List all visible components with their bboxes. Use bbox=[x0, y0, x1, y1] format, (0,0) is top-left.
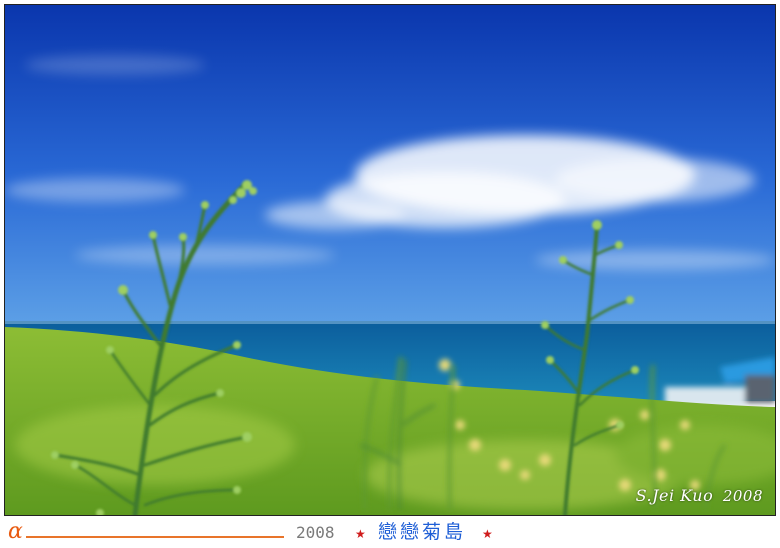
signature-name: S.Jei Kuo bbox=[635, 486, 714, 505]
alpha-logo: α bbox=[8, 519, 23, 544]
landscape-photo bbox=[5, 5, 775, 515]
caption-title: 戀戀菊島 bbox=[378, 521, 467, 543]
signature-year: 2008 bbox=[722, 487, 763, 505]
caption-year: 2008 bbox=[296, 523, 335, 542]
star-icon: ★ bbox=[482, 527, 493, 541]
star-icon: ★ bbox=[355, 527, 366, 541]
caption-bar: α 2008 ★ 戀戀菊島 ★ bbox=[0, 518, 780, 548]
caption-rule bbox=[26, 536, 284, 538]
photographer-signature: S.Jei Kuo 2008 bbox=[636, 486, 763, 505]
photo-frame: S.Jei Kuo 2008 bbox=[4, 4, 776, 516]
